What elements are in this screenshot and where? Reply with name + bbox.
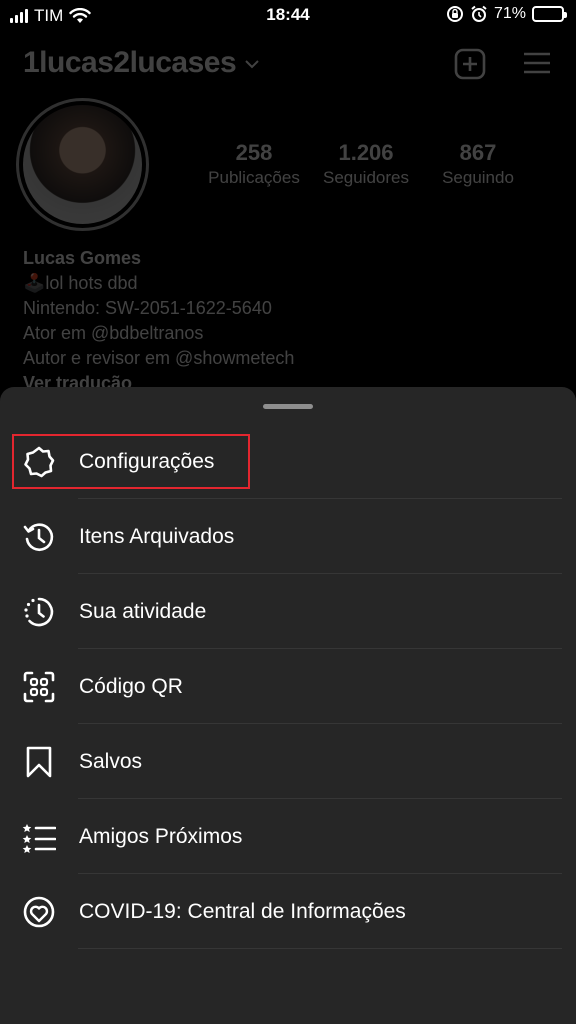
stat-value: 258 [235,140,273,165]
qr-code-icon [22,670,56,704]
menu-item-your-activity[interactable]: Sua atividade [0,574,576,649]
close-friends-list-icon [22,820,56,854]
battery-percent: 71% [493,5,526,22]
username: 1lucas2lucases [23,46,237,79]
stat-value: 1.206 [338,140,394,165]
bio-line: Ator em @bdbeltranos [23,323,204,343]
bio-line: Nintendo: SW-2051-1622-5640 [23,298,272,318]
profile-username-switcher[interactable]: 1lucas2lucases [23,46,260,80]
profile-bio: Lucas Gomes 🕹️lol hots dbd Nintendo: SW-… [23,246,294,396]
activity-clock-icon [22,595,56,629]
bookmark-icon [22,745,56,779]
stat-value: 867 [459,140,497,165]
profile-background: 1lucas2lucases 258 Publicações 1.206 Seg… [0,32,576,432]
avatar-photo [23,105,142,224]
orientation-lock-icon [446,6,463,22]
stat-label: Seguindo [442,168,514,187]
sheet-grabber[interactable] [263,404,313,409]
stat-label: Seguidores [322,168,409,187]
menu-item-label: Configurações [79,449,215,473]
menu-item-saved[interactable]: Salvos [0,724,576,799]
menu-item-label: Salvos [79,749,143,773]
menu-item-label: Sua atividade [79,599,207,623]
profile-name: Lucas Gomes [23,248,142,268]
profile-stats: 258 Publicações 1.206 Seguidores 867 Seg… [198,140,534,188]
menu-item-label: COVID-19: Central de Informações [79,899,406,923]
avatar[interactable] [16,98,149,231]
menu-item-qr-code[interactable]: Código QR [0,649,576,724]
alarm-icon [471,5,487,22]
archive-clock-icon [22,520,56,554]
stat-label: Publicações [208,168,300,187]
stat-following[interactable]: 867 Seguindo [422,140,534,188]
menu-item-label: Amigos Próximos [79,824,243,848]
bio-line: 🕹️lol hots dbd [23,273,138,293]
new-post-icon[interactable] [454,48,486,80]
battery-icon [532,6,567,22]
hamburger-menu-icon[interactable] [522,48,552,78]
stat-posts[interactable]: 258 Publicações [198,140,310,188]
covid-info-icon [22,895,56,929]
chevron-down-icon [245,60,259,69]
menu-item-label: Itens Arquivados [79,524,235,548]
menu-item-covid-info[interactable]: COVID-19: Central de Informações [0,874,576,949]
stat-followers[interactable]: 1.206 Seguidores [310,140,422,188]
settings-gear-icon [22,445,56,479]
options-menu: Configurações Itens Arquivados Sua ativi… [0,424,576,949]
options-bottom-sheet: Configurações Itens Arquivados Sua ativi… [0,387,576,1024]
bio-line: Autor e revisor em @showmetech [23,348,295,368]
menu-item-archive[interactable]: Itens Arquivados [0,499,576,574]
menu-item-label: Código QR [79,674,183,698]
status-bar: TIM 18:44 71% [0,0,576,32]
menu-item-settings[interactable]: Configurações [0,424,576,499]
status-right: 71% [446,5,567,23]
menu-item-close-friends[interactable]: Amigos Próximos [0,799,576,874]
